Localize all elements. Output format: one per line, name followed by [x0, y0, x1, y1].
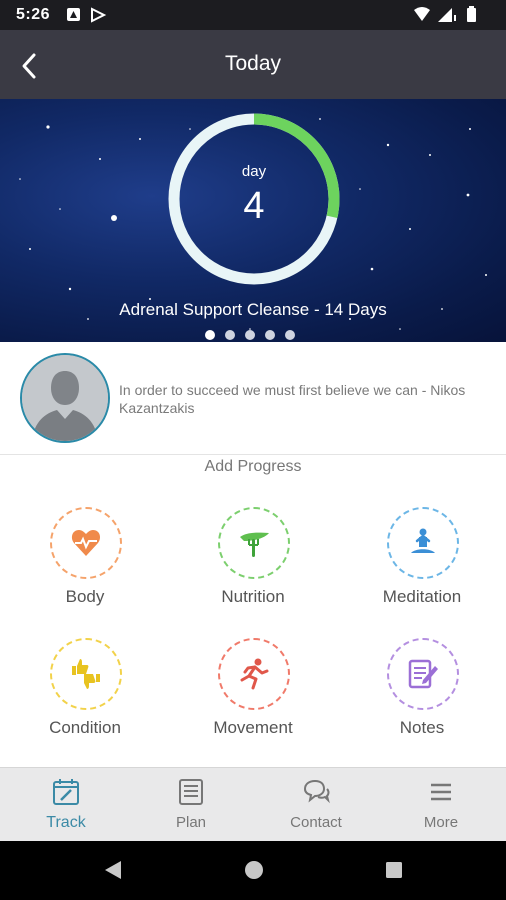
notes-circle — [387, 638, 459, 710]
tab-track[interactable]: Track — [3, 768, 129, 842]
wifi-icon — [414, 7, 430, 21]
meditation-figure-icon — [411, 528, 435, 553]
program-hero[interactable]: day 4 Adrenal Support Cleanse - 14 Days — [0, 99, 506, 342]
notes-item[interactable]: Notes — [347, 638, 497, 758]
page-indicator — [205, 327, 305, 340]
play-store-icon — [91, 7, 107, 23]
quote-card: In order to succeed we must first believ… — [0, 342, 506, 455]
bottom-tab-bar: Track Plan Contact More — [0, 767, 506, 842]
avatar[interactable] — [20, 353, 110, 443]
calendar-pencil-icon — [53, 779, 79, 805]
condition-circle — [50, 638, 122, 710]
thumbs-up-down-icon — [72, 659, 100, 689]
movement-label: Movement — [213, 718, 293, 737]
status-bar: 5:26 — [0, 0, 506, 30]
page-title: Today — [224, 52, 282, 75]
meditation-circle — [387, 507, 459, 579]
page-dot[interactable] — [265, 330, 275, 340]
chat-bubbles-icon — [303, 779, 330, 804]
triangle-back-icon — [105, 861, 121, 879]
page-dot[interactable] — [245, 330, 255, 340]
body-item[interactable]: Body — [10, 507, 160, 627]
nutrition-circle — [218, 507, 290, 579]
page-dot[interactable] — [225, 330, 235, 340]
list-document-icon — [179, 779, 203, 805]
heart-pulse-icon — [71, 530, 101, 556]
page-dot[interactable] — [285, 330, 295, 340]
nav-recents-button[interactable] — [383, 859, 405, 886]
system-icons — [412, 6, 492, 29]
tab-more[interactable]: More — [378, 768, 504, 842]
movement-circle — [218, 638, 290, 710]
day-label: day — [241, 163, 267, 180]
day-number: 4 — [243, 185, 265, 227]
add-progress-title: Add Progress — [204, 458, 302, 475]
system-nav-bar — [0, 841, 506, 900]
program-name: Adrenal Support Cleanse - 14 Days — [119, 300, 387, 319]
tab-plan[interactable]: Plan — [128, 768, 254, 842]
nutrition-label: Nutrition — [221, 587, 285, 606]
page-dot[interactable] — [205, 330, 215, 340]
person-silhouette-icon — [22, 355, 108, 441]
tab-plan-label: Plan — [175, 814, 207, 831]
tab-contact[interactable]: Contact — [253, 768, 379, 842]
circle-home-icon — [245, 861, 263, 879]
nav-back-button[interactable] — [102, 859, 124, 886]
square-recents-icon — [386, 862, 402, 878]
body-label: Body — [65, 587, 105, 606]
tab-track-label: Track — [46, 814, 86, 831]
notification-icons — [66, 7, 108, 28]
quote-text: In order to succeed we must first believ… — [119, 382, 466, 416]
nav-home-button[interactable] — [243, 859, 265, 886]
signal-icon — [438, 8, 456, 22]
condition-item[interactable]: Condition — [10, 638, 160, 758]
app-notification-icon — [67, 8, 80, 21]
movement-item[interactable]: Movement — [178, 638, 328, 758]
fork-greens-icon — [240, 532, 269, 557]
condition-label: Condition — [49, 718, 121, 737]
menu-lines-icon — [431, 783, 451, 801]
notes-label: Notes — [399, 718, 445, 737]
meditation-item[interactable]: Meditation — [347, 507, 497, 627]
battery-icon — [467, 6, 476, 22]
tab-contact-label: Contact — [290, 814, 342, 831]
notepad-pencil-icon — [408, 659, 438, 689]
body-circle — [50, 507, 122, 579]
tab-more-label: More — [423, 814, 459, 831]
nutrition-item[interactable]: Nutrition — [178, 507, 328, 627]
running-figure-icon — [240, 658, 269, 690]
status-time: 5:26 — [16, 6, 51, 23]
meditation-label: Meditation — [382, 587, 462, 606]
app-bar: Today — [0, 30, 506, 99]
